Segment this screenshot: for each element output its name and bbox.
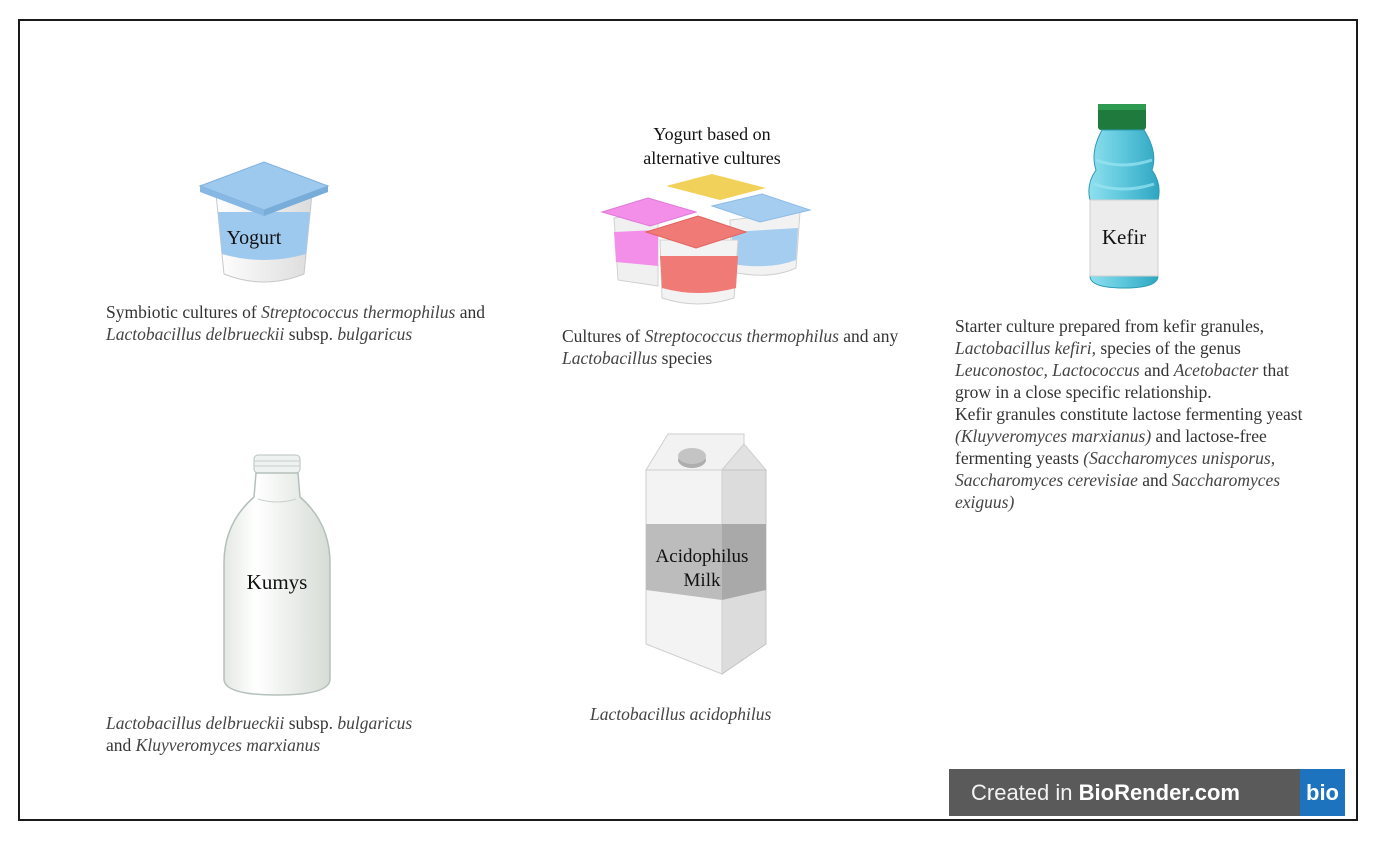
caption-text: and <box>455 302 485 322</box>
caption-text: subsp. <box>284 713 338 733</box>
species-name: Leuconostoc, Lactococcus <box>955 360 1140 380</box>
caption-text: species <box>657 348 713 368</box>
caption-text: and any <box>838 326 899 346</box>
kefir-caption: Starter culture prepared from kefir gran… <box>955 315 1325 513</box>
alt-yogurt-label-2: alternative cultures <box>643 148 780 168</box>
caption-text: and <box>1137 470 1172 490</box>
biorender-credit: Created in BioRender.com <box>971 769 1240 816</box>
kumys-label: Kumys <box>247 570 308 594</box>
caption-text: species of the genus <box>1095 338 1241 358</box>
credit-brand: BioRender.com <box>1078 780 1240 805</box>
alt-yogurt-label-1: Yogurt based on <box>653 124 770 144</box>
caption-text: Starter culture prepared from kefir gran… <box>955 316 1265 336</box>
caption-text: Kefir granules constitute lactose fermen… <box>955 404 1303 424</box>
alt-yogurt-caption: Cultures of Streptococcus thermophilus a… <box>562 325 932 369</box>
alternative-yogurts-illustration: Yogurt based on alternative cultures <box>600 124 812 305</box>
species-name: Acetobacter <box>1173 360 1259 380</box>
kumys-bottle-illustration: Kumys <box>223 454 331 696</box>
species-name: Lactobacillus acidophilus <box>590 704 772 724</box>
acidophilus-label-2: Milk <box>684 570 721 591</box>
yogurt-caption: Symbiotic cultures of Streptococcus ther… <box>106 301 506 345</box>
species-name: Lactobacillus delbrueckii <box>106 713 285 733</box>
species-name: Kluyveromyces marxianus <box>135 735 321 755</box>
biorender-badge: Created in BioRender.com bio <box>949 769 1345 816</box>
credit-prefix: Created in <box>971 780 1079 805</box>
caption-text: and <box>106 735 136 755</box>
species-name: Lactobacillus delbrueckii <box>106 324 285 344</box>
acidophilus-label-1: Acidophilus <box>656 546 749 567</box>
kefir-label: Kefir <box>1102 225 1146 249</box>
species-name: bulgaricus <box>337 324 413 344</box>
caption-text: and <box>1139 360 1174 380</box>
caption-text: Symbiotic cultures of <box>106 302 262 322</box>
biorender-logo-icon: bio <box>1300 769 1345 816</box>
milk-carton-illustration: Acidophilus Milk <box>645 433 768 675</box>
species-name: Streptococcus thermophilus <box>644 326 839 346</box>
yogurt-label: Yogurt <box>227 227 282 249</box>
kefir-bottle-illustration: Kefir <box>1088 104 1160 289</box>
yogurt-cup-illustration: Yogurt <box>198 161 330 283</box>
species-name: Lactobacillus kefiri, <box>955 338 1096 358</box>
caption-text: Cultures of <box>562 326 645 346</box>
kumys-caption: Lactobacillus delbrueckii subsp. bulgari… <box>106 712 506 756</box>
species-name: (Kluyveromyces marxianus) <box>955 426 1152 446</box>
acidophilus-caption: Lactobacillus acidophilus <box>590 703 890 725</box>
species-name: bulgaricus <box>337 713 413 733</box>
species-name: Streptococcus thermophilus <box>261 302 456 322</box>
caption-text: subsp. <box>284 324 338 344</box>
species-name: Lactobacillus <box>562 348 658 368</box>
